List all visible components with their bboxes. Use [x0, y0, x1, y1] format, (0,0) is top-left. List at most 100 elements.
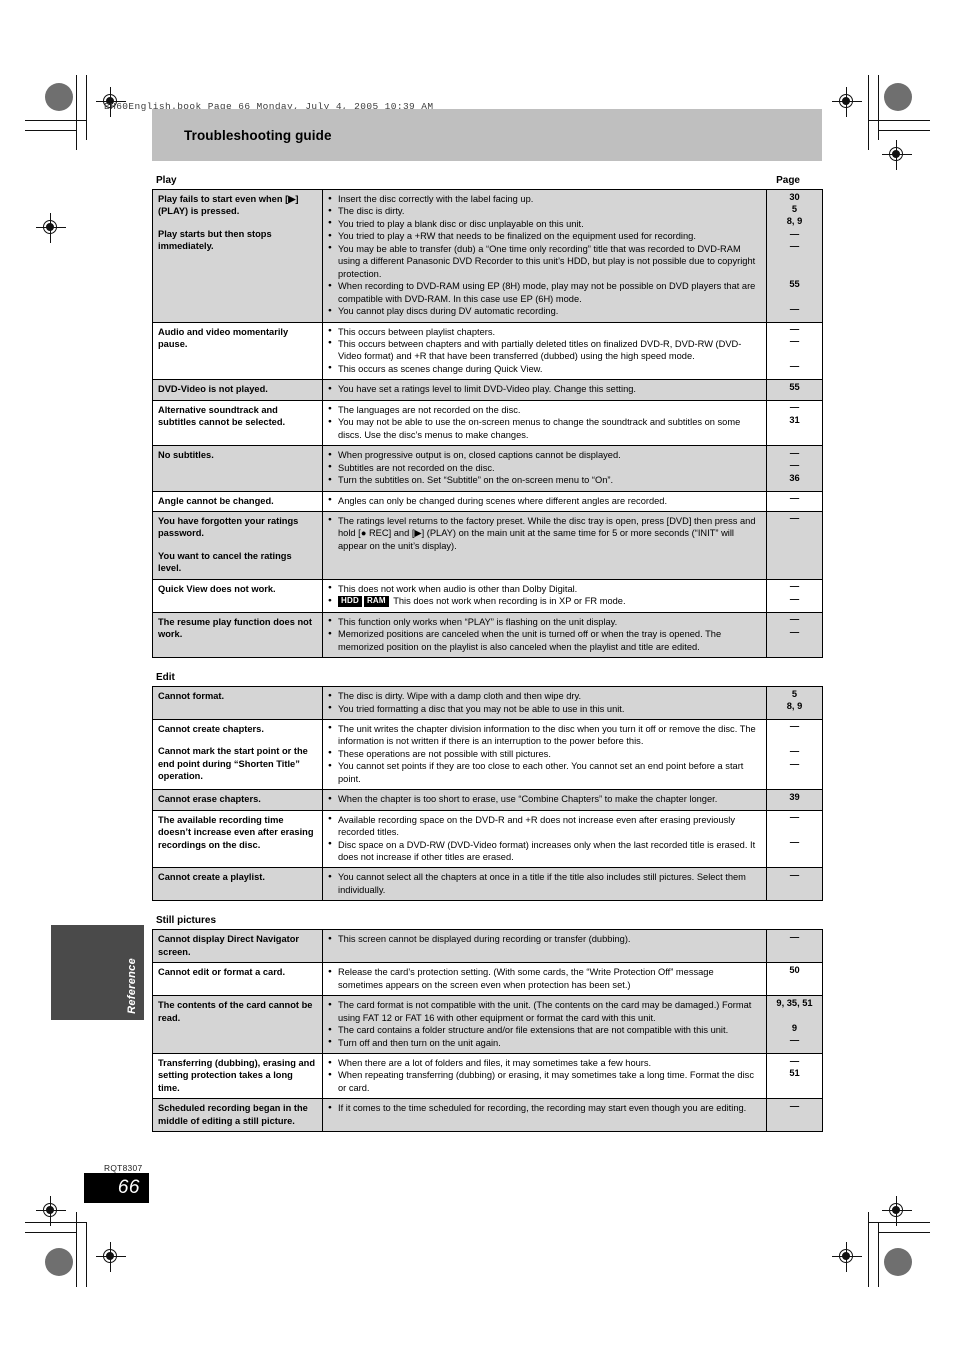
page-reference: —	[789, 812, 800, 823]
symptom-text: The contents of the card cannot be read.	[158, 1000, 313, 1023]
sections-root: Play Page Play fails to start even when [▶…	[152, 175, 823, 1133]
cause-list: The unit writes the chapter division inf…	[328, 722, 761, 785]
page-reference-cell: 50	[766, 962, 823, 997]
cause-text: You tried to play a blank disc or disc u…	[338, 218, 584, 229]
table-row: Alternative soundtrack and subtitles can…	[152, 400, 823, 447]
color-dot-top-right	[884, 83, 912, 111]
cause-list: Release the card’s protection setting. (…	[328, 966, 761, 991]
symptom-text: Cannot edit or format a card.	[158, 967, 286, 978]
cause-item: Release the card’s protection setting. (…	[328, 966, 761, 991]
page-reference: —	[789, 869, 800, 880]
cause-item: Memorized positions are canceled when th…	[328, 628, 761, 653]
page-reference: —	[789, 336, 800, 347]
table-row: Audio and video momentarily pause. This o…	[152, 322, 823, 381]
cause-text: Disc space on a DVD-RW (DVD-Video format…	[338, 839, 756, 863]
crop-line	[76, 1212, 77, 1287]
crop-line	[25, 130, 77, 131]
symptom-text: Cannot format.	[158, 691, 225, 702]
cause-cell: Release the card’s protection setting. (…	[322, 962, 767, 997]
cause-list: Available recording space on the DVD-R a…	[328, 813, 761, 864]
page-reference: 5	[791, 688, 798, 699]
crop-line	[76, 75, 77, 150]
cause-item: HDDRAM This does not work when recording…	[328, 595, 761, 608]
page-reference: —	[789, 241, 800, 252]
page-reference: —	[789, 746, 800, 757]
page-reference: 9, 35, 51	[776, 997, 813, 1008]
symptom-text: Angle cannot be changed.	[158, 495, 274, 506]
table-row: Cannot create chapters. Cannot mark the s…	[152, 719, 823, 791]
symptom-text: Alternative soundtrack and subtitles can…	[158, 404, 286, 428]
registration-mark-top-right	[882, 140, 912, 170]
symptom-cell: You have forgotten your ratings password…	[152, 511, 323, 580]
cause-item: You cannot set points if they are too cl…	[328, 760, 761, 785]
cause-item: This occurs between playlist chapters.	[328, 325, 761, 338]
cause-list: You have set a ratings level to limit DV…	[328, 383, 761, 396]
page-reference-cell: —31	[766, 400, 823, 447]
cause-cell: This occurs between playlist chapters.Th…	[322, 322, 767, 381]
table-row: The contents of the card cannot be read.…	[152, 995, 823, 1055]
symptom-text: Cannot create chapters.	[158, 723, 264, 734]
cause-text: You cannot set points if they are too cl…	[338, 761, 744, 784]
cause-text: This occurs between playlist chapters.	[338, 326, 496, 337]
media-badge-hdd-icon: HDD	[338, 595, 362, 607]
page-reference: —	[789, 1100, 800, 1111]
table-row: Play fails to start even when [▶] (PLAY)…	[152, 189, 823, 323]
cause-text: If it comes to the time scheduled for re…	[338, 1103, 747, 1114]
symptom-text: The available recording time doesn’t inc…	[158, 814, 314, 850]
symptom-cell: Audio and video momentarily pause.	[152, 322, 323, 381]
page-reference: —	[789, 593, 800, 604]
cause-text: This function only works when “PLAY” is …	[338, 616, 618, 627]
symptom-cell: Quick View does not work.	[152, 579, 323, 613]
symptom-cell: Angle cannot be changed.	[152, 491, 323, 512]
table-row: Cannot erase chapters. When the chapter i…	[152, 789, 823, 811]
page-reference: —	[789, 324, 800, 335]
page-reference-cell: 5 8, 9	[766, 686, 823, 720]
registration-mark-bottom-left-outer	[36, 1196, 66, 1226]
cause-item: If it comes to the time scheduled for re…	[328, 1102, 761, 1115]
page-reference: 55	[789, 278, 800, 289]
page-reference: —	[789, 1055, 800, 1066]
table-row: Scheduled recording began in the middle …	[152, 1098, 823, 1132]
cause-cell: The card format is not compatible with t…	[322, 995, 767, 1055]
color-dot-bottom-right	[884, 1248, 912, 1276]
page-reference-cell: —	[766, 867, 823, 901]
symptom-text: Cannot erase chapters.	[158, 794, 261, 805]
cause-text: Subtitles are not recorded on the disc.	[338, 462, 495, 473]
page-reference: —	[789, 361, 800, 372]
page-reference: —	[789, 614, 800, 625]
cause-item: This function only works when “PLAY” is …	[328, 615, 761, 628]
cause-text: Memorized positions are canceled when th…	[338, 629, 722, 652]
cause-list: The languages are not recorded on the di…	[328, 403, 761, 441]
cause-cell: The disc is dirty. Wipe with a damp clot…	[322, 686, 767, 720]
cause-text: You cannot select all the chapters at on…	[338, 872, 746, 895]
cause-item: The disc is dirty.	[328, 205, 761, 218]
symptom-cell: The contents of the card cannot be read.	[152, 995, 323, 1055]
page-reference-cell: — —	[766, 810, 823, 869]
page-reference: 55	[789, 381, 800, 392]
table-row: You have forgotten your ratings password…	[152, 511, 823, 580]
cause-text: Release the card’s protection setting. (…	[338, 967, 714, 990]
cause-item: Disc space on a DVD-RW (DVD-Video format…	[328, 838, 761, 864]
cause-text: The card format is not compatible with t…	[338, 1000, 752, 1023]
cause-item: When repeating transferring (dubbing) or…	[328, 1069, 761, 1094]
cause-cell: This function only works when “PLAY” is …	[322, 612, 767, 658]
page-reference: —	[789, 1035, 800, 1046]
cause-text: These operations are not possible with s…	[338, 748, 551, 759]
cause-text: When the chapter is too short to erase, …	[338, 794, 718, 805]
table-row: Transferring (dubbing), erasing and sett…	[152, 1053, 823, 1100]
cause-item: These operations are not possible with s…	[328, 747, 761, 760]
cause-text: Angles can only be changed during scenes…	[338, 495, 668, 506]
crop-line	[868, 120, 930, 121]
cause-cell: Angles can only be changed during scenes…	[322, 491, 767, 512]
cause-item: Turn off and then turn on the unit again…	[328, 1036, 761, 1049]
symptom-text: Play fails to start even when [▶] (PLAY)…	[158, 194, 299, 217]
page-reference-cell: 55	[766, 379, 823, 401]
cause-item: This screen cannot be displayed during r…	[328, 933, 761, 946]
cause-text: Turn the subtitles on. Set “Subtitle” on…	[338, 475, 614, 486]
troubleshooting-table-3: Cannot display Direct Navigator screen. T…	[152, 929, 823, 1133]
cause-text: Available recording space on the DVD-R a…	[338, 814, 735, 838]
table-row: The resume play function does not work. T…	[152, 612, 823, 658]
crop-line	[868, 75, 869, 150]
cause-list: Insert the disc correctly with the label…	[328, 192, 761, 318]
page-reference: —	[789, 626, 800, 637]
